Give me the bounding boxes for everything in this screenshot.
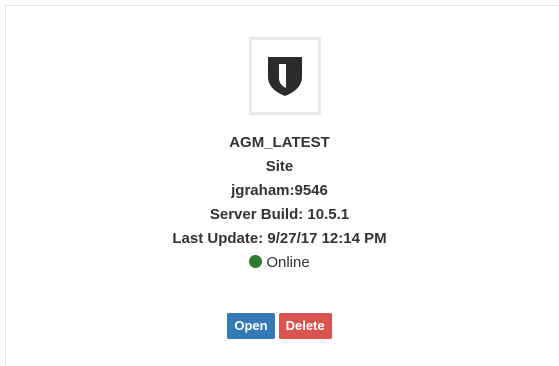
site-name: AGM_LATEST xyxy=(229,134,330,151)
site-type: Site xyxy=(265,158,294,175)
site-logo xyxy=(249,37,321,115)
last-update: Last Update: 9/27/17 12:14 PM xyxy=(172,230,387,247)
shield-icon xyxy=(268,57,302,96)
status-label: Online xyxy=(266,254,310,271)
status-indicator: Online xyxy=(0,251,559,275)
delete-button[interactable]: Delete xyxy=(278,313,332,339)
site-info: AGM_LATEST Site jgraham:9546 Server Buil… xyxy=(0,131,559,275)
action-buttons: Open Delete xyxy=(0,313,559,339)
open-button[interactable]: Open xyxy=(227,313,275,339)
site-host: jgraham:9546 xyxy=(231,182,328,199)
server-build: Server Build: 10.5.1 xyxy=(209,206,350,223)
status-dot-icon xyxy=(249,255,263,268)
